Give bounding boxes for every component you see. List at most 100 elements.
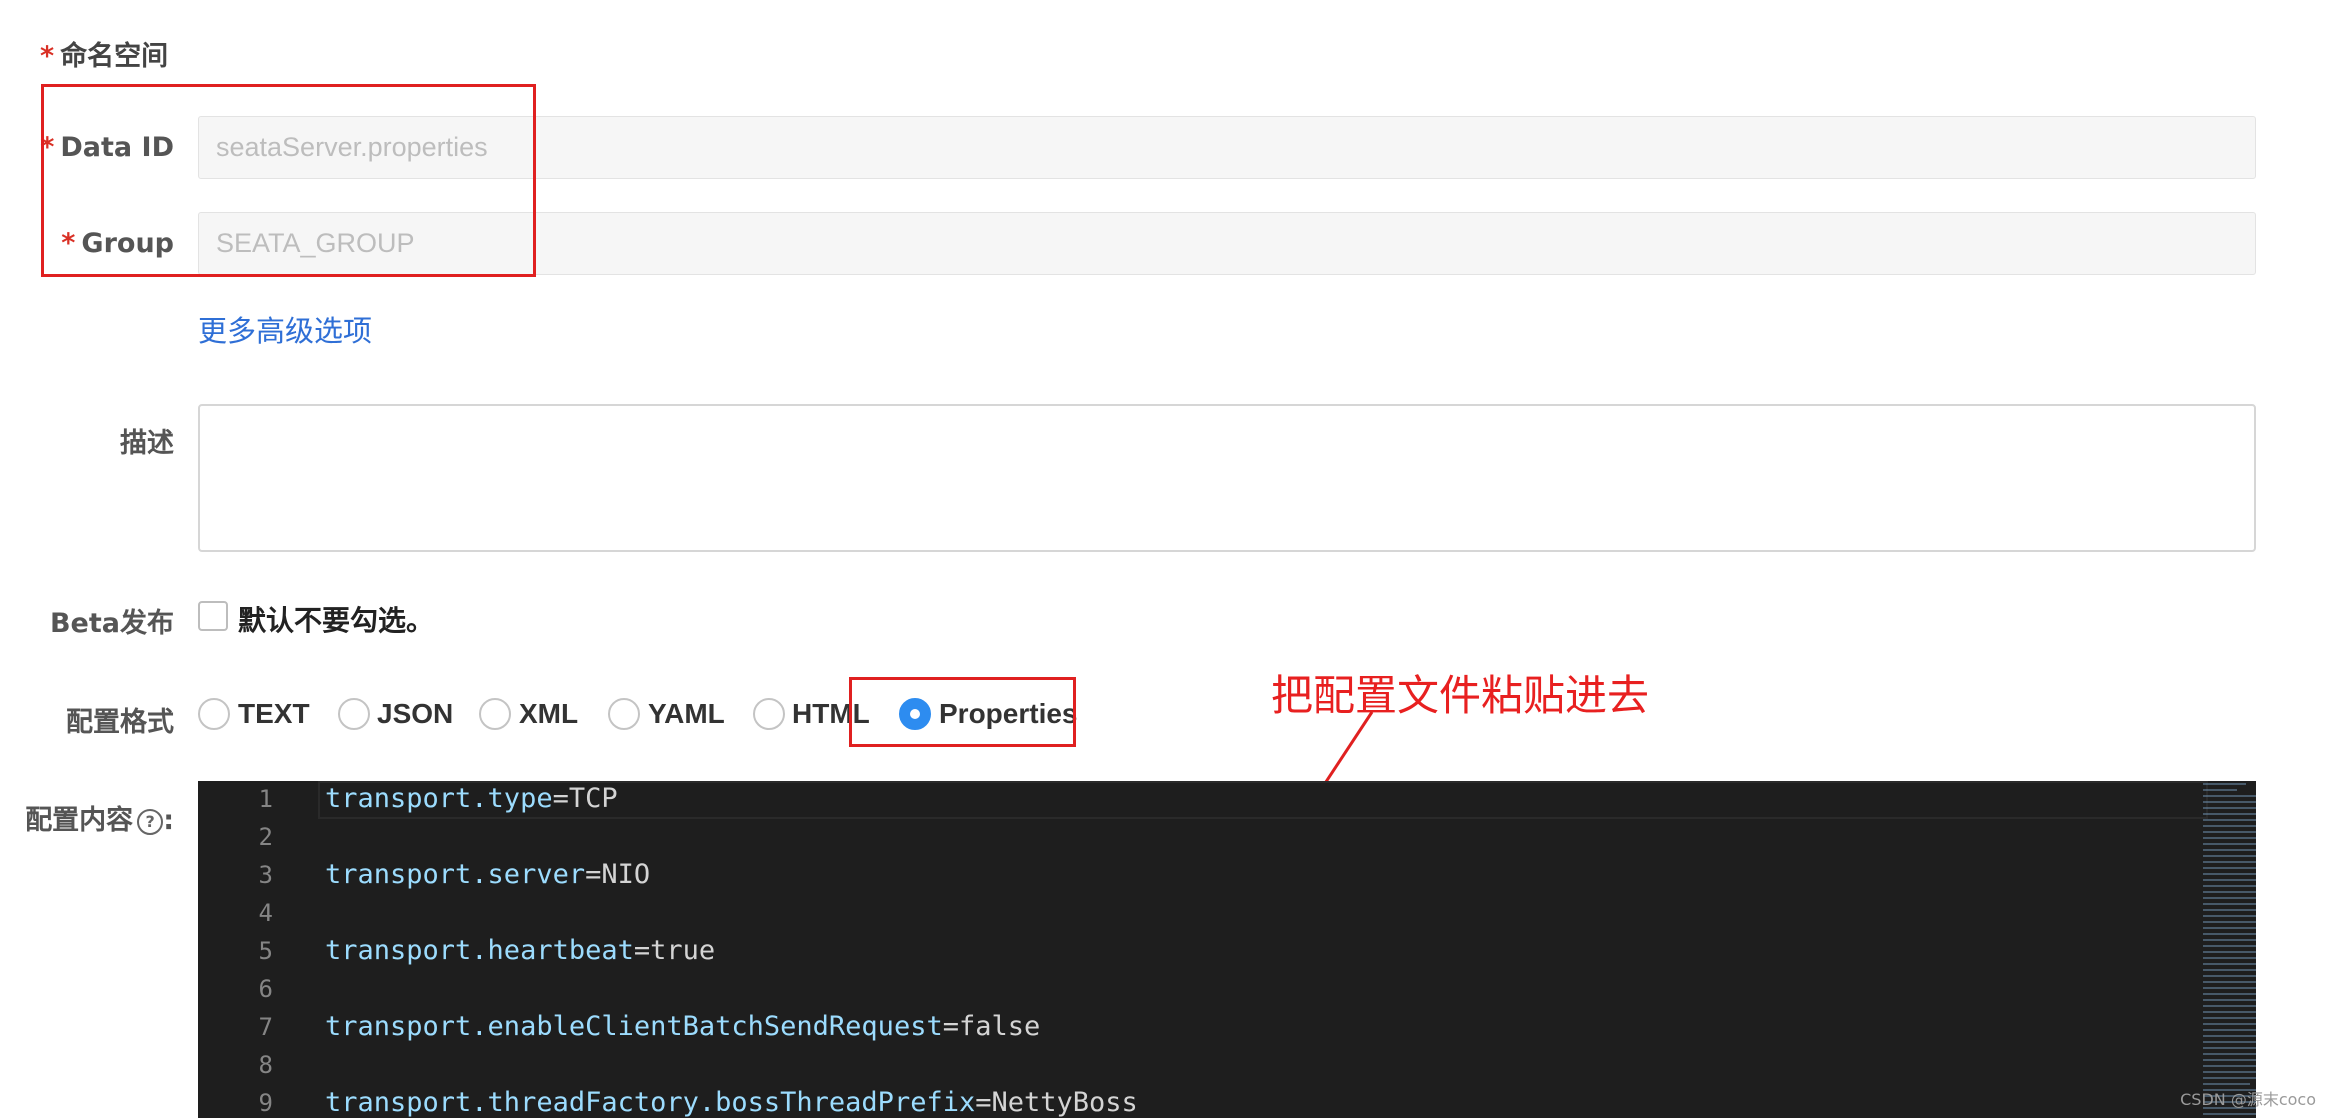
- code-line[interactable]: transport.heartbeat=true: [325, 935, 715, 966]
- minimap-line: [2203, 969, 2256, 971]
- minimap-line: [2203, 1053, 2256, 1055]
- minimap-line: [2203, 807, 2256, 809]
- minimap-line: [2203, 1023, 2256, 1025]
- minimap-line: [2203, 789, 2238, 791]
- content-label: 配置内容?:: [25, 805, 174, 836]
- format-radio-xml[interactable]: [479, 698, 511, 730]
- minimap-line: [2203, 993, 2256, 995]
- minimap-line: [2203, 963, 2256, 965]
- minimap-line: [2203, 843, 2256, 845]
- minimap-line: [2203, 879, 2256, 881]
- code-line-row: 2: [198, 819, 1998, 857]
- line-number: 5: [258, 937, 273, 965]
- minimap-line: [2203, 987, 2256, 989]
- minimap-line: [2203, 921, 2256, 923]
- minimap-line: [2203, 903, 2256, 905]
- minimap-line: [2203, 1017, 2256, 1019]
- required-marker: *: [40, 41, 55, 72]
- minimap-line: [2203, 849, 2256, 851]
- minimap-line: [2203, 813, 2256, 815]
- minimap-line: [2203, 825, 2256, 827]
- code-line-row: 5 transport.heartbeat=true: [198, 933, 1998, 971]
- minimap-line: [2203, 933, 2256, 935]
- code-line[interactable]: transport.type=TCP: [325, 783, 618, 814]
- format-label: 配置格式: [66, 707, 174, 738]
- code-line-row: 1 transport.type=TCP: [198, 781, 1998, 819]
- line-number: 7: [258, 1013, 273, 1041]
- minimap-line: [2203, 909, 2256, 911]
- minimap-line: [2203, 945, 2256, 947]
- format-option-xml[interactable]: XML: [519, 698, 578, 730]
- minimap-line: [2203, 975, 2256, 977]
- minimap-line: [2203, 1041, 2256, 1043]
- format-option-yaml[interactable]: YAML: [648, 698, 725, 730]
- beta-checkbox[interactable]: [198, 601, 228, 631]
- format-radio-text[interactable]: [198, 698, 230, 730]
- minimap-line: [2203, 957, 2256, 959]
- format-option-text[interactable]: TEXT: [238, 698, 310, 730]
- code-line[interactable]: transport.enableClientBatchSendRequest=f…: [325, 1011, 1040, 1042]
- line-number: 4: [258, 899, 273, 927]
- minimap-line: [2203, 801, 2256, 803]
- line-number: 2: [258, 823, 273, 851]
- minimap-line: [2203, 999, 2256, 1001]
- code-line[interactable]: transport.threadFactory.bossThreadPrefix…: [325, 1087, 1138, 1118]
- format-option-json[interactable]: JSON: [377, 698, 453, 730]
- minimap-line: [2203, 897, 2256, 899]
- minimap-line: [2203, 1113, 2256, 1115]
- line-number: 3: [258, 861, 273, 889]
- minimap-line: [2203, 1005, 2256, 1007]
- editor-minimap[interactable]: [2203, 781, 2256, 1118]
- namespace-label: * 命名空间: [40, 41, 169, 72]
- format-radio-yaml[interactable]: [608, 698, 640, 730]
- minimap-line: [2203, 867, 2256, 869]
- description-label: 描述: [120, 428, 174, 459]
- advanced-options-link[interactable]: 更多高级选项: [198, 308, 372, 350]
- minimap-line: [2203, 885, 2256, 887]
- code-line-row: 8: [198, 1047, 1998, 1085]
- highlight-box-dataid-group: [41, 84, 536, 277]
- minimap-line: [2203, 1071, 2256, 1073]
- minimap-line: [2203, 891, 2256, 893]
- minimap-line: [2203, 1077, 2256, 1079]
- minimap-line: [2203, 951, 2256, 953]
- code-editor[interactable]: 1 transport.type=TCP 2 3 transport.serve…: [198, 781, 2256, 1118]
- code-line-row: 3 transport.server=NIO: [198, 857, 1998, 895]
- minimap-line: [2203, 1035, 2256, 1037]
- minimap-line: [2203, 819, 2256, 821]
- beta-label: Beta发布: [49, 608, 174, 639]
- minimap-line: [2203, 795, 2256, 797]
- minimap-line: [2203, 939, 2256, 941]
- minimap-line: [2203, 1083, 2250, 1085]
- code-line-row: 9 transport.threadFactory.bossThreadPref…: [198, 1085, 1998, 1118]
- minimap-line: [2203, 927, 2256, 929]
- highlight-box-properties: [849, 677, 1076, 747]
- beta-checkbox-text: 默认不要勾选。: [238, 604, 435, 637]
- question-circle-icon[interactable]: ?: [137, 808, 164, 835]
- minimap-line: [2203, 981, 2256, 983]
- minimap-line: [2203, 1011, 2256, 1013]
- line-number: 8: [258, 1051, 273, 1079]
- minimap-line: [2203, 1065, 2256, 1067]
- line-number: 9: [258, 1089, 273, 1117]
- description-textarea[interactable]: [198, 404, 2256, 552]
- minimap-line: [2203, 831, 2256, 833]
- minimap-line: [2203, 1029, 2256, 1031]
- minimap-line: [2203, 915, 2256, 917]
- minimap-line: [2203, 873, 2256, 875]
- code-line-row: 6: [198, 971, 1998, 1009]
- line-number: 6: [258, 975, 273, 1003]
- minimap-line: [2203, 855, 2256, 857]
- minimap-line: [2203, 783, 2247, 785]
- minimap-line: [2203, 1059, 2256, 1061]
- format-radio-json[interactable]: [338, 698, 370, 730]
- minimap-line: [2203, 1047, 2256, 1049]
- code-line[interactable]: transport.server=NIO: [325, 859, 650, 890]
- line-number: 1: [258, 785, 273, 813]
- minimap-line: [2203, 837, 2256, 839]
- watermark-text: CSDN @源末coco: [2180, 1090, 2316, 1109]
- minimap-line: [2203, 861, 2256, 863]
- format-radio-html[interactable]: [753, 698, 785, 730]
- code-line-row: 4: [198, 895, 1998, 933]
- code-line-row: 7 transport.enableClientBatchSendRequest…: [198, 1009, 1998, 1047]
